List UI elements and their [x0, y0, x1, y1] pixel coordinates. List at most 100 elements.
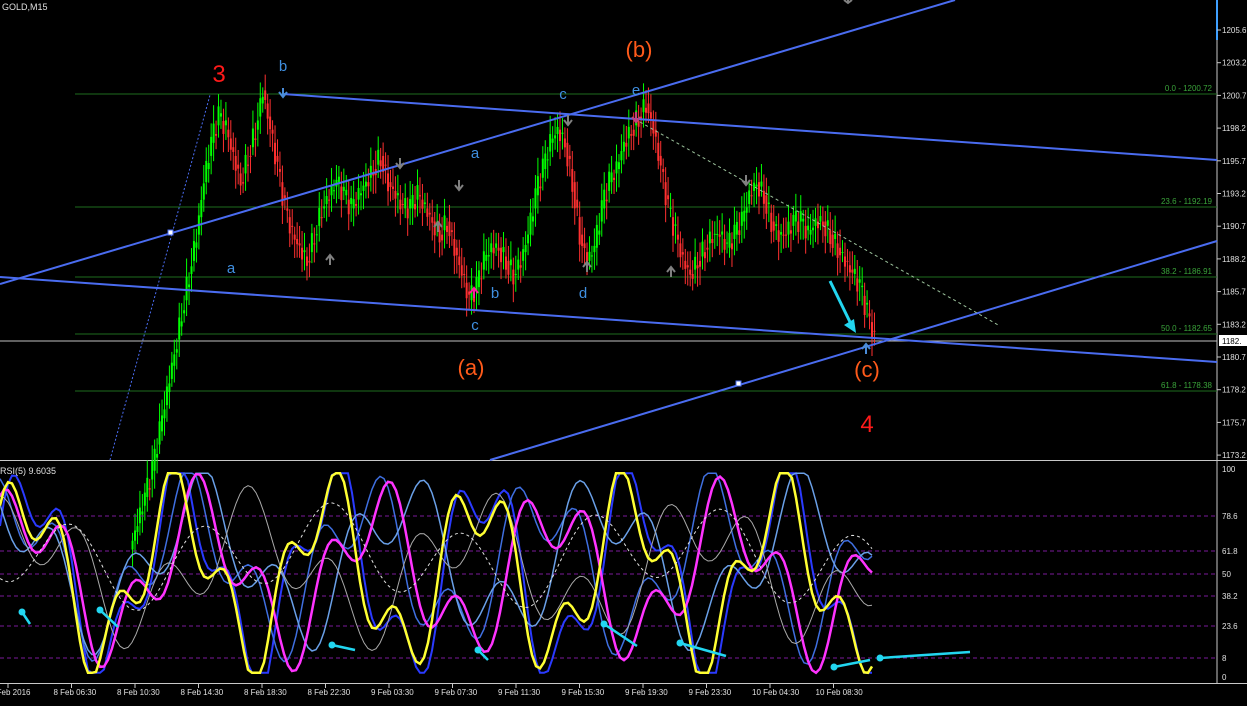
subwave-label-e: e	[632, 82, 640, 99]
candle-body	[406, 208, 409, 219]
candle-body	[239, 173, 242, 186]
candle-body	[377, 149, 380, 165]
candle-body	[389, 182, 392, 187]
candle-body	[625, 142, 628, 147]
candle-body	[205, 160, 208, 183]
indicator-pane[interactable]: RSI(5) 9.6035 100 78.6 61.8 50 38.2 23.6 8 0	[0, 461, 1238, 683]
price-axis[interactable]: 1205.6 1203.2 1200.7 1198.2 1195.7 1193.2 1190…	[1217, 0, 1247, 460]
candle-body	[418, 195, 421, 197]
candle-body	[328, 199, 331, 201]
candle-body	[180, 321, 183, 327]
price-tick-label: 1190.7	[1222, 222, 1246, 231]
candle-body	[251, 128, 254, 148]
candle-body	[384, 164, 387, 166]
price-tick-label: 1193.2	[1222, 190, 1246, 199]
candle-body	[360, 193, 363, 196]
cyan-arrow-icon	[331, 643, 356, 652]
cyan-arrow-head	[474, 646, 482, 654]
candle-body	[802, 218, 805, 222]
candle-body	[320, 217, 323, 219]
candle-body	[315, 234, 318, 236]
candle-body	[679, 243, 682, 258]
candle-body	[200, 199, 203, 218]
indicator-axis: 100 78.6 61.8 50 38.2 23.6 8 0	[1222, 465, 1238, 682]
candle-body	[224, 120, 227, 126]
candle-body	[352, 199, 355, 209]
candle-body	[256, 120, 259, 130]
candle-body	[716, 233, 719, 235]
candle-body	[603, 189, 606, 209]
cyan-arrow-icon	[833, 658, 871, 669]
candle-body	[313, 243, 316, 245]
candle-body	[460, 265, 463, 276]
candle-body	[534, 188, 537, 209]
candle-body	[563, 138, 566, 148]
candle-body	[620, 151, 623, 161]
candle-body	[431, 217, 434, 223]
candle-body	[667, 195, 670, 200]
candle-body	[131, 540, 134, 550]
candle-body	[364, 181, 367, 187]
price-tick-label: 1178.2	[1222, 386, 1246, 395]
candle-body	[839, 247, 842, 256]
candle-body	[345, 189, 348, 196]
candle-body	[770, 212, 773, 232]
candle-body	[288, 217, 291, 234]
candle-body	[183, 310, 186, 314]
candle-body	[276, 155, 279, 162]
candle-body	[647, 103, 650, 114]
candle-body	[615, 161, 618, 174]
cyan-arrow-head	[96, 606, 104, 614]
time-tick-label: 9 Feb 19:30	[625, 688, 668, 697]
candle-body	[753, 182, 756, 191]
candle-body	[158, 421, 161, 445]
candle-body	[185, 276, 188, 301]
candle-body	[598, 230, 601, 235]
trendline-anchor-handle[interactable]	[735, 380, 742, 387]
candle-body	[657, 142, 660, 161]
candle-body	[168, 383, 171, 393]
candle-body	[669, 207, 672, 209]
price-tick-label: 1188.2	[1222, 255, 1246, 264]
candle-body	[789, 230, 792, 234]
candle-body	[261, 96, 264, 104]
time-tick-label: 9 Feb 07:30	[435, 688, 478, 697]
candle-body	[202, 183, 205, 200]
candle-body	[588, 251, 591, 261]
candle-body	[227, 129, 230, 138]
candle-body	[517, 259, 520, 270]
time-axis[interactable]: 8 Feb 2016 8 Feb 06:30 8 Feb 10:30 8 Feb 14…	[0, 683, 1247, 697]
candle-body	[794, 211, 797, 222]
current-price-value: 1182.	[1222, 337, 1241, 346]
candle-body	[617, 162, 620, 170]
trendline-anchor-handle[interactable]	[167, 229, 174, 236]
subwave-label-c: c	[559, 86, 567, 103]
price-chart[interactable]: 0.0 - 1200.72 23.6 - 1192.19 38.2 - 1186…	[0, 0, 1247, 568]
candle-body	[613, 177, 616, 180]
candle-body	[644, 107, 647, 113]
candle-body	[441, 234, 444, 241]
candle-body	[834, 233, 837, 240]
candle-body	[271, 129, 274, 134]
candle-body	[266, 103, 269, 119]
candle-body	[856, 278, 859, 292]
candle-body	[504, 256, 507, 270]
candle-body	[549, 134, 552, 152]
indicator-tick-label: 61.8	[1222, 547, 1238, 556]
candle-body	[212, 123, 215, 143]
scroll-marker[interactable]	[1216, 0, 1218, 40]
candle-body	[264, 90, 267, 100]
candle-body	[524, 244, 527, 253]
wave-label-a-paren: (a)	[458, 355, 485, 380]
candle-body	[347, 199, 350, 215]
candle-body	[482, 251, 485, 270]
candle-body	[743, 210, 746, 222]
candle-body	[222, 120, 225, 134]
candle-body	[247, 164, 250, 166]
candle-body	[409, 199, 412, 209]
time-tick-label: 8 Feb 22:30	[308, 688, 351, 697]
candle-body	[571, 169, 574, 192]
candle-body	[148, 488, 151, 490]
wave-label-b-paren: (b)	[626, 37, 653, 62]
rsi-fast-line	[0, 472, 872, 674]
